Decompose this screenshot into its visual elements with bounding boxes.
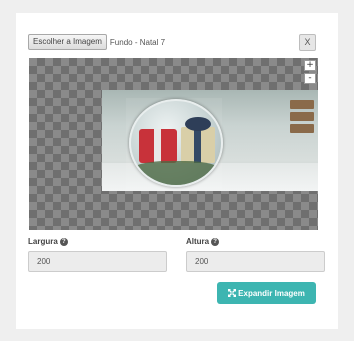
pine-branches xyxy=(131,161,221,185)
height-label-text: Altura xyxy=(186,237,210,246)
width-label: Largura ? xyxy=(28,237,68,246)
background-image[interactable] xyxy=(102,90,318,191)
help-icon[interactable]: ? xyxy=(59,237,68,246)
gold-gift xyxy=(181,127,215,163)
expand-icon xyxy=(228,289,237,297)
file-name: Fundo - Natal 7 xyxy=(109,37,166,47)
width-label-text: Largura xyxy=(28,237,58,246)
choose-image-button[interactable]: Escolher a Imagem xyxy=(28,34,107,50)
file-picker-row: Escolher a Imagem Fundo - Natal 7 xyxy=(28,34,165,50)
close-button[interactable]: X xyxy=(299,34,316,51)
snow-globe xyxy=(129,99,223,187)
red-gift xyxy=(139,129,177,163)
zoom-out-button[interactable]: - xyxy=(304,73,316,84)
gift-bow xyxy=(185,117,211,131)
width-input[interactable] xyxy=(28,251,167,272)
wood-boards xyxy=(290,100,314,138)
zoom-in-button[interactable]: + xyxy=(304,60,316,71)
height-input[interactable] xyxy=(186,251,325,272)
height-label: Altura ? xyxy=(186,237,220,246)
image-canvas[interactable] xyxy=(29,58,318,230)
expand-image-label: Expandir Imagem xyxy=(238,288,305,298)
expand-image-button[interactable]: Expandir Imagem xyxy=(217,282,316,304)
image-editor-panel: Escolher a Imagem Fundo - Natal 7 X + - … xyxy=(16,13,338,329)
help-icon[interactable]: ? xyxy=(211,237,220,246)
